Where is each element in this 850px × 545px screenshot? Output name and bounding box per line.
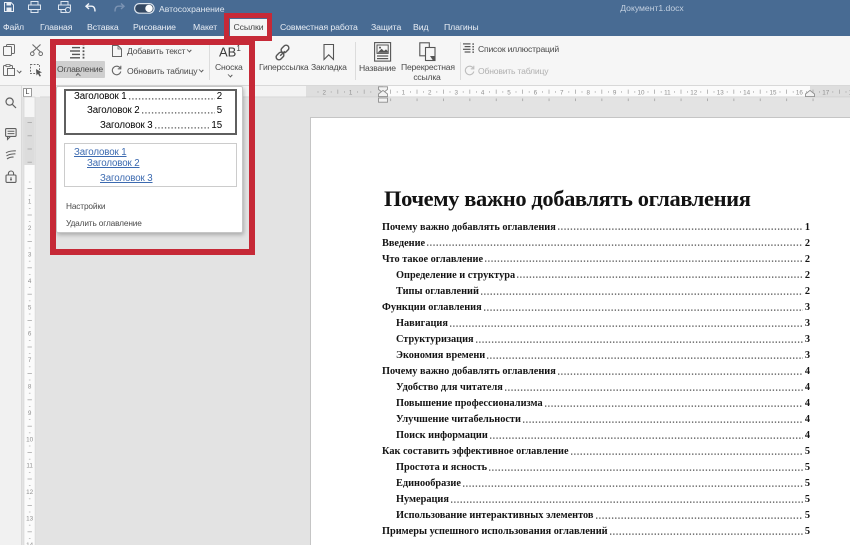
svg-text:11: 11 [664, 89, 671, 96]
svg-text:3: 3 [28, 252, 32, 259]
svg-text:6: 6 [534, 89, 538, 96]
svg-text:8: 8 [28, 384, 32, 391]
svg-text:7: 7 [28, 357, 32, 364]
svg-text:14: 14 [743, 89, 751, 96]
svg-text:13: 13 [26, 516, 34, 523]
svg-text:1: 1 [349, 89, 353, 96]
svg-text:11: 11 [26, 463, 33, 470]
svg-text:15: 15 [769, 89, 777, 96]
svg-text:12: 12 [26, 489, 34, 496]
svg-text:4: 4 [28, 278, 32, 285]
svg-text:9: 9 [613, 89, 617, 96]
svg-text:4: 4 [481, 89, 485, 96]
svg-text:12: 12 [690, 89, 698, 96]
svg-text:5: 5 [28, 304, 32, 311]
svg-text:2: 2 [428, 89, 432, 96]
svg-text:5: 5 [507, 89, 511, 96]
svg-text:9: 9 [28, 410, 32, 417]
svg-text:10: 10 [26, 436, 34, 443]
svg-text:1: 1 [28, 199, 32, 206]
svg-text:10: 10 [637, 89, 645, 96]
svg-text:1: 1 [402, 89, 406, 96]
svg-text:7: 7 [560, 89, 564, 96]
svg-text:3: 3 [454, 89, 458, 96]
svg-text:6: 6 [28, 331, 32, 338]
svg-text:17: 17 [822, 89, 830, 96]
svg-text:2: 2 [28, 225, 32, 232]
svg-text:16: 16 [796, 89, 804, 96]
svg-text:2: 2 [322, 89, 326, 96]
svg-text:13: 13 [717, 89, 725, 96]
svg-text:8: 8 [586, 89, 590, 96]
